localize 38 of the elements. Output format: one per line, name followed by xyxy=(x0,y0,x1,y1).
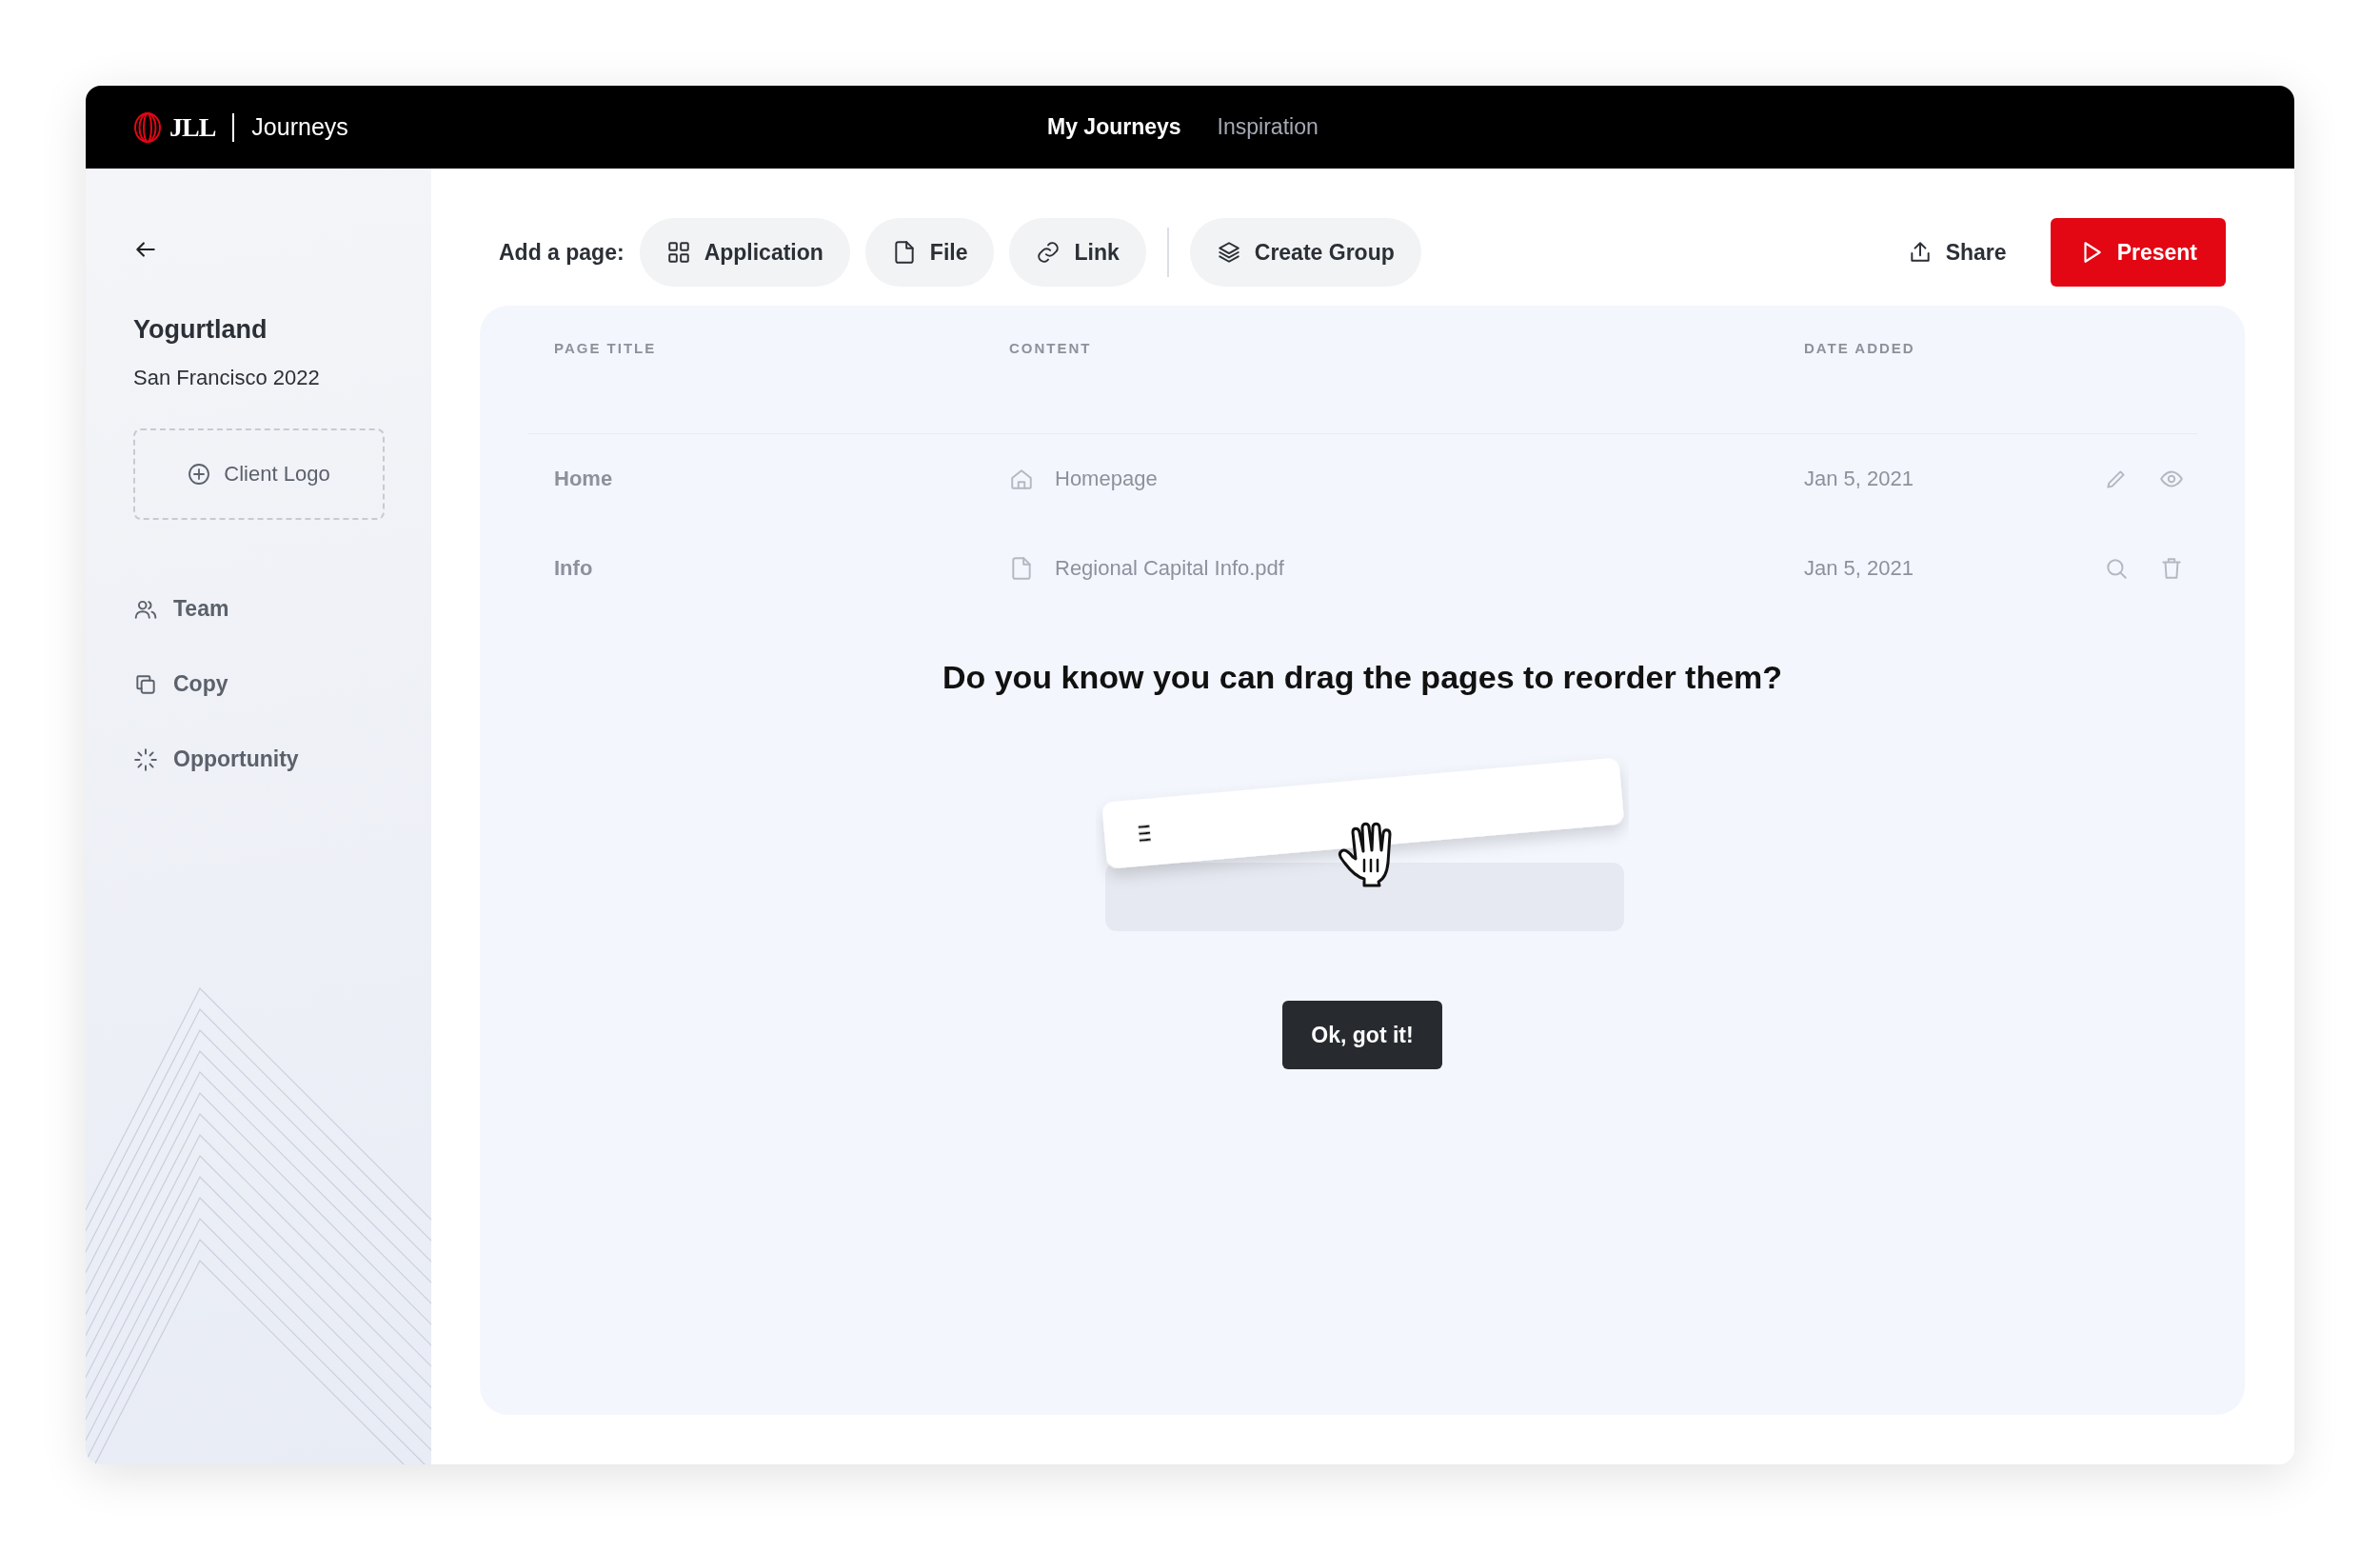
add-page-button[interactable]: File xyxy=(864,218,995,287)
house-icon xyxy=(1009,467,1034,491)
sidebar-item[interactable]: Opportunity xyxy=(133,746,384,772)
add-page-button[interactable]: Create Group xyxy=(1189,218,1421,287)
column-header: PAGE TITLE xyxy=(554,340,658,356)
date-cell-text: Jan 5, 2021 xyxy=(1804,467,1914,491)
search-icon[interactable] xyxy=(2104,556,2129,581)
link-icon xyxy=(1036,240,1061,265)
add-page-button[interactable]: Link xyxy=(1009,218,1146,287)
sparkle-icon xyxy=(133,746,158,772)
nav-link[interactable]: My Journeys xyxy=(1047,114,1181,140)
page-title-cell-text: Info xyxy=(554,556,594,581)
date-cell-text: Jan 5, 2021 xyxy=(1804,556,1914,581)
column-header: CONTENT xyxy=(1009,340,1093,356)
product-name: Journeys xyxy=(251,113,348,141)
add-page-label: Add a page: xyxy=(499,239,625,266)
share-button[interactable]: Share xyxy=(1888,239,2026,266)
page-title-cell-text: Home xyxy=(554,467,614,491)
content-cell: Regional Capital Info.pdf xyxy=(1055,556,1284,581)
present-button[interactable]: Present xyxy=(2050,218,2226,287)
grid-icon xyxy=(665,240,691,265)
add-page-button[interactable]: Application xyxy=(639,218,850,287)
layers-icon xyxy=(1216,240,1241,265)
nav-link[interactable]: Inspiration xyxy=(1217,114,1319,140)
column-header: DATE ADDED xyxy=(1804,340,1916,356)
journey-subtitle: San Francisco 2022 xyxy=(133,366,321,390)
trash-icon[interactable] xyxy=(2159,556,2184,581)
brand-logo-icon xyxy=(133,110,162,144)
sidebar-item[interactable]: Team xyxy=(133,596,384,622)
sidebar-item[interactable]: Copy xyxy=(133,671,384,697)
plus-circle-icon xyxy=(188,463,211,486)
tip-message: Do you know you can drag the pages to reorder them? xyxy=(942,659,1783,696)
client-name: Yogurtland xyxy=(133,315,268,345)
client-logo-button[interactable]: Client Logo xyxy=(133,428,385,520)
document-icon xyxy=(1009,556,1034,581)
brand-name: JLL xyxy=(169,111,216,143)
ok-button[interactable]: Ok, got it! xyxy=(1282,1001,1442,1069)
content-cell: Homepage xyxy=(1055,467,1158,491)
